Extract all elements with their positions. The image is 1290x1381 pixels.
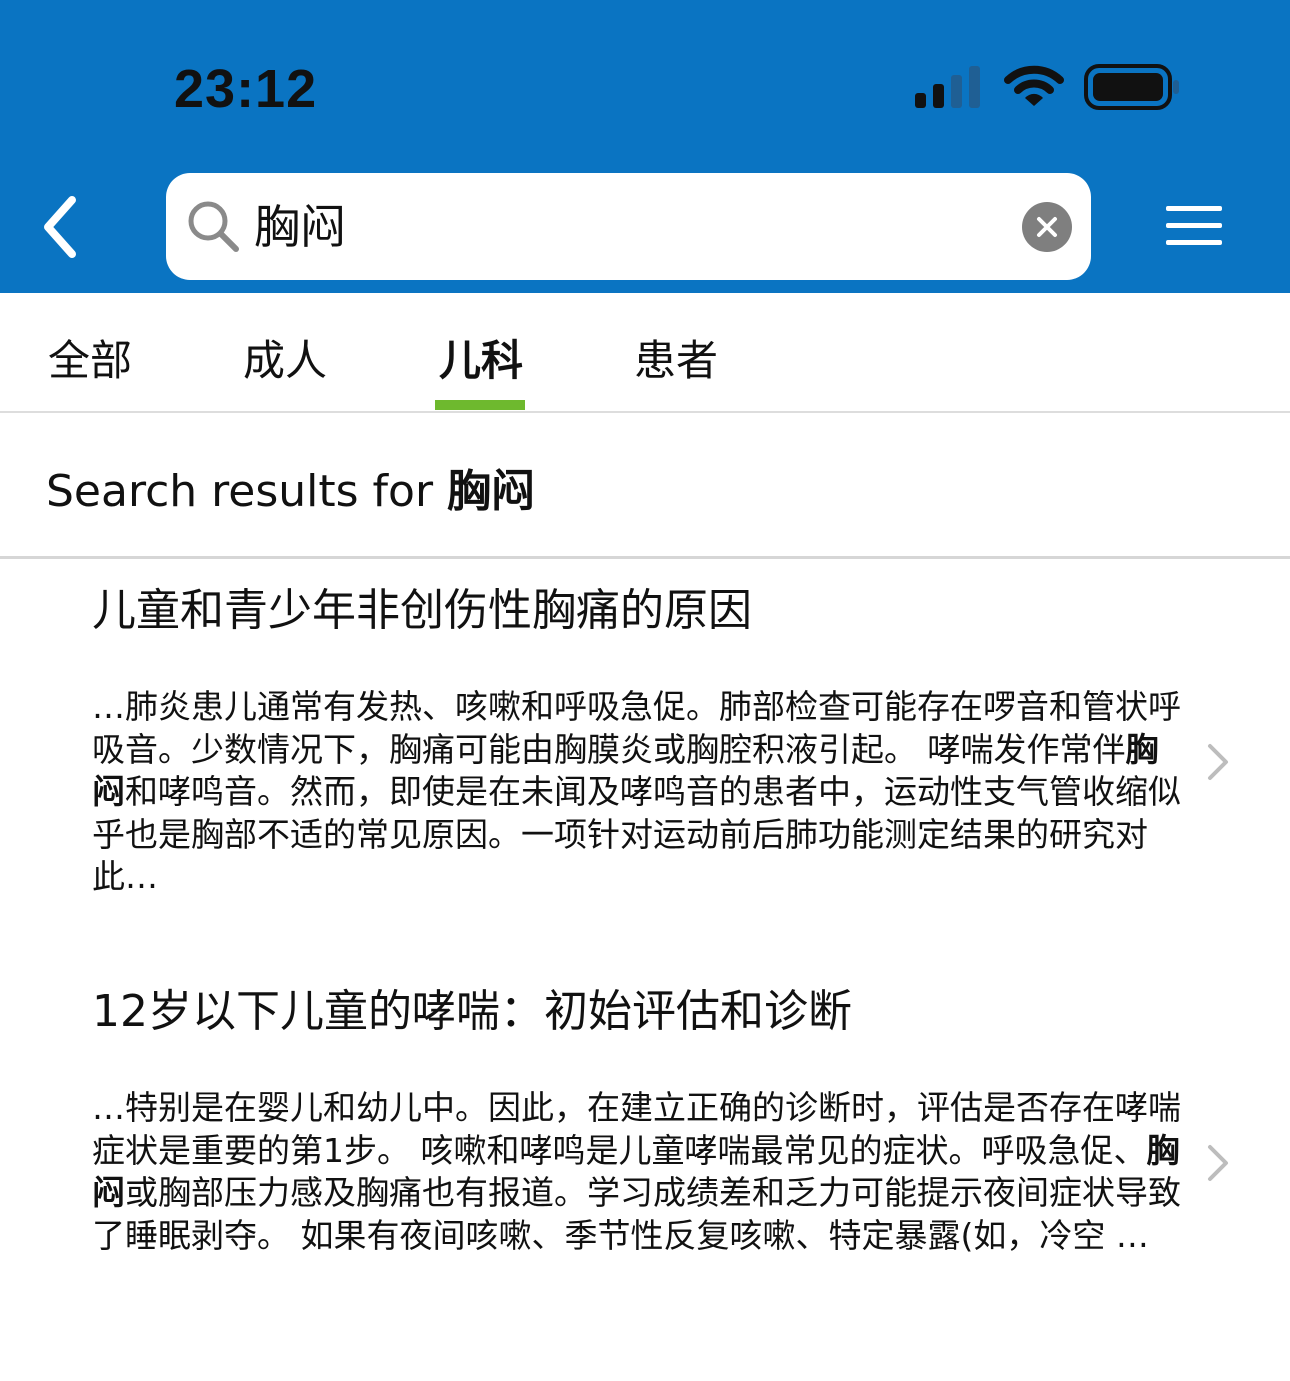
search-query-text[interactable]: 胸闷	[254, 195, 346, 259]
active-tab-indicator	[435, 400, 525, 410]
tab-pediatrics[interactable]: 儿科	[439, 333, 523, 389]
hamburger-menu-icon[interactable]	[1164, 203, 1224, 249]
chevron-left-icon	[44, 196, 76, 258]
tab-adult[interactable]: 成人	[243, 333, 327, 389]
result-title[interactable]: 12岁以下儿童的哮喘：初始评估和诊断	[92, 983, 1192, 1041]
battery-icon	[1084, 64, 1179, 110]
clear-x-icon	[1037, 217, 1057, 237]
result-item-1[interactable]: 儿童和青少年非创伤性胸痛的原因 …肺炎患儿通常有发热、咳嗽和呼吸急促。肺部检查可…	[92, 582, 1282, 922]
search-input[interactable]: 胸闷	[166, 173, 1091, 280]
tab-all[interactable]: 全部	[48, 333, 132, 389]
result-item-2[interactable]: 12岁以下儿童的哮喘：初始评估和诊断 …特别是在婴儿和幼儿中。因此，在建立正确的…	[92, 983, 1282, 1323]
results-header-term: 胸闷	[447, 466, 536, 517]
result-snippet: …肺炎患儿通常有发热、咳嗽和呼吸急促。肺部检查可能存在啰音和管状呼吸音。少数情况…	[92, 686, 1187, 899]
magnifier-icon	[188, 201, 239, 252]
result-title[interactable]: 儿童和青少年非创伤性胸痛的原因	[92, 582, 1192, 640]
snippet-text: 或胸部压力感及胸痛也有报道。学习成绩差和乏力可能提示夜间症状导致了睡眠剥夺。 如…	[92, 1173, 1181, 1255]
results-header-prefix: Search results for	[46, 466, 448, 517]
tab-patient[interactable]: 患者	[634, 333, 718, 389]
snippet-text: 和哮鸣音。然而，即使是在未闻及哮鸣音的患者中，运动性支气管收缩似乎也是胸部不适的…	[92, 772, 1181, 896]
result-snippet: …特别是在婴儿和幼儿中。因此，在建立正确的诊断时，评估是否存在哮喘症状是重要的第…	[92, 1087, 1187, 1257]
snippet-text: …特别是在婴儿和幼儿中。因此，在建立正确的诊断时，评估是否存在哮喘症状是重要的第…	[92, 1088, 1181, 1170]
wifi-icon	[1004, 65, 1064, 106]
results-header: Search results for 胸闷	[46, 462, 535, 522]
snippet-text: …肺炎患儿通常有发热、咳嗽和呼吸急促。肺部检查可能存在啰音和管状呼吸音。少数情况…	[92, 687, 1181, 769]
cellular-signal-icon	[915, 66, 980, 108]
divider	[0, 556, 1290, 559]
category-tabs: 全部 成人 儿科 患者	[0, 293, 1290, 413]
back-button[interactable]	[30, 192, 90, 262]
chevron-right-icon	[1208, 744, 1228, 780]
chevron-right-icon	[1208, 1145, 1228, 1181]
clear-search-button[interactable]	[1022, 202, 1072, 252]
status-time: 23:12	[174, 59, 318, 119]
app-header: 23:12 胸闷	[0, 0, 1290, 293]
